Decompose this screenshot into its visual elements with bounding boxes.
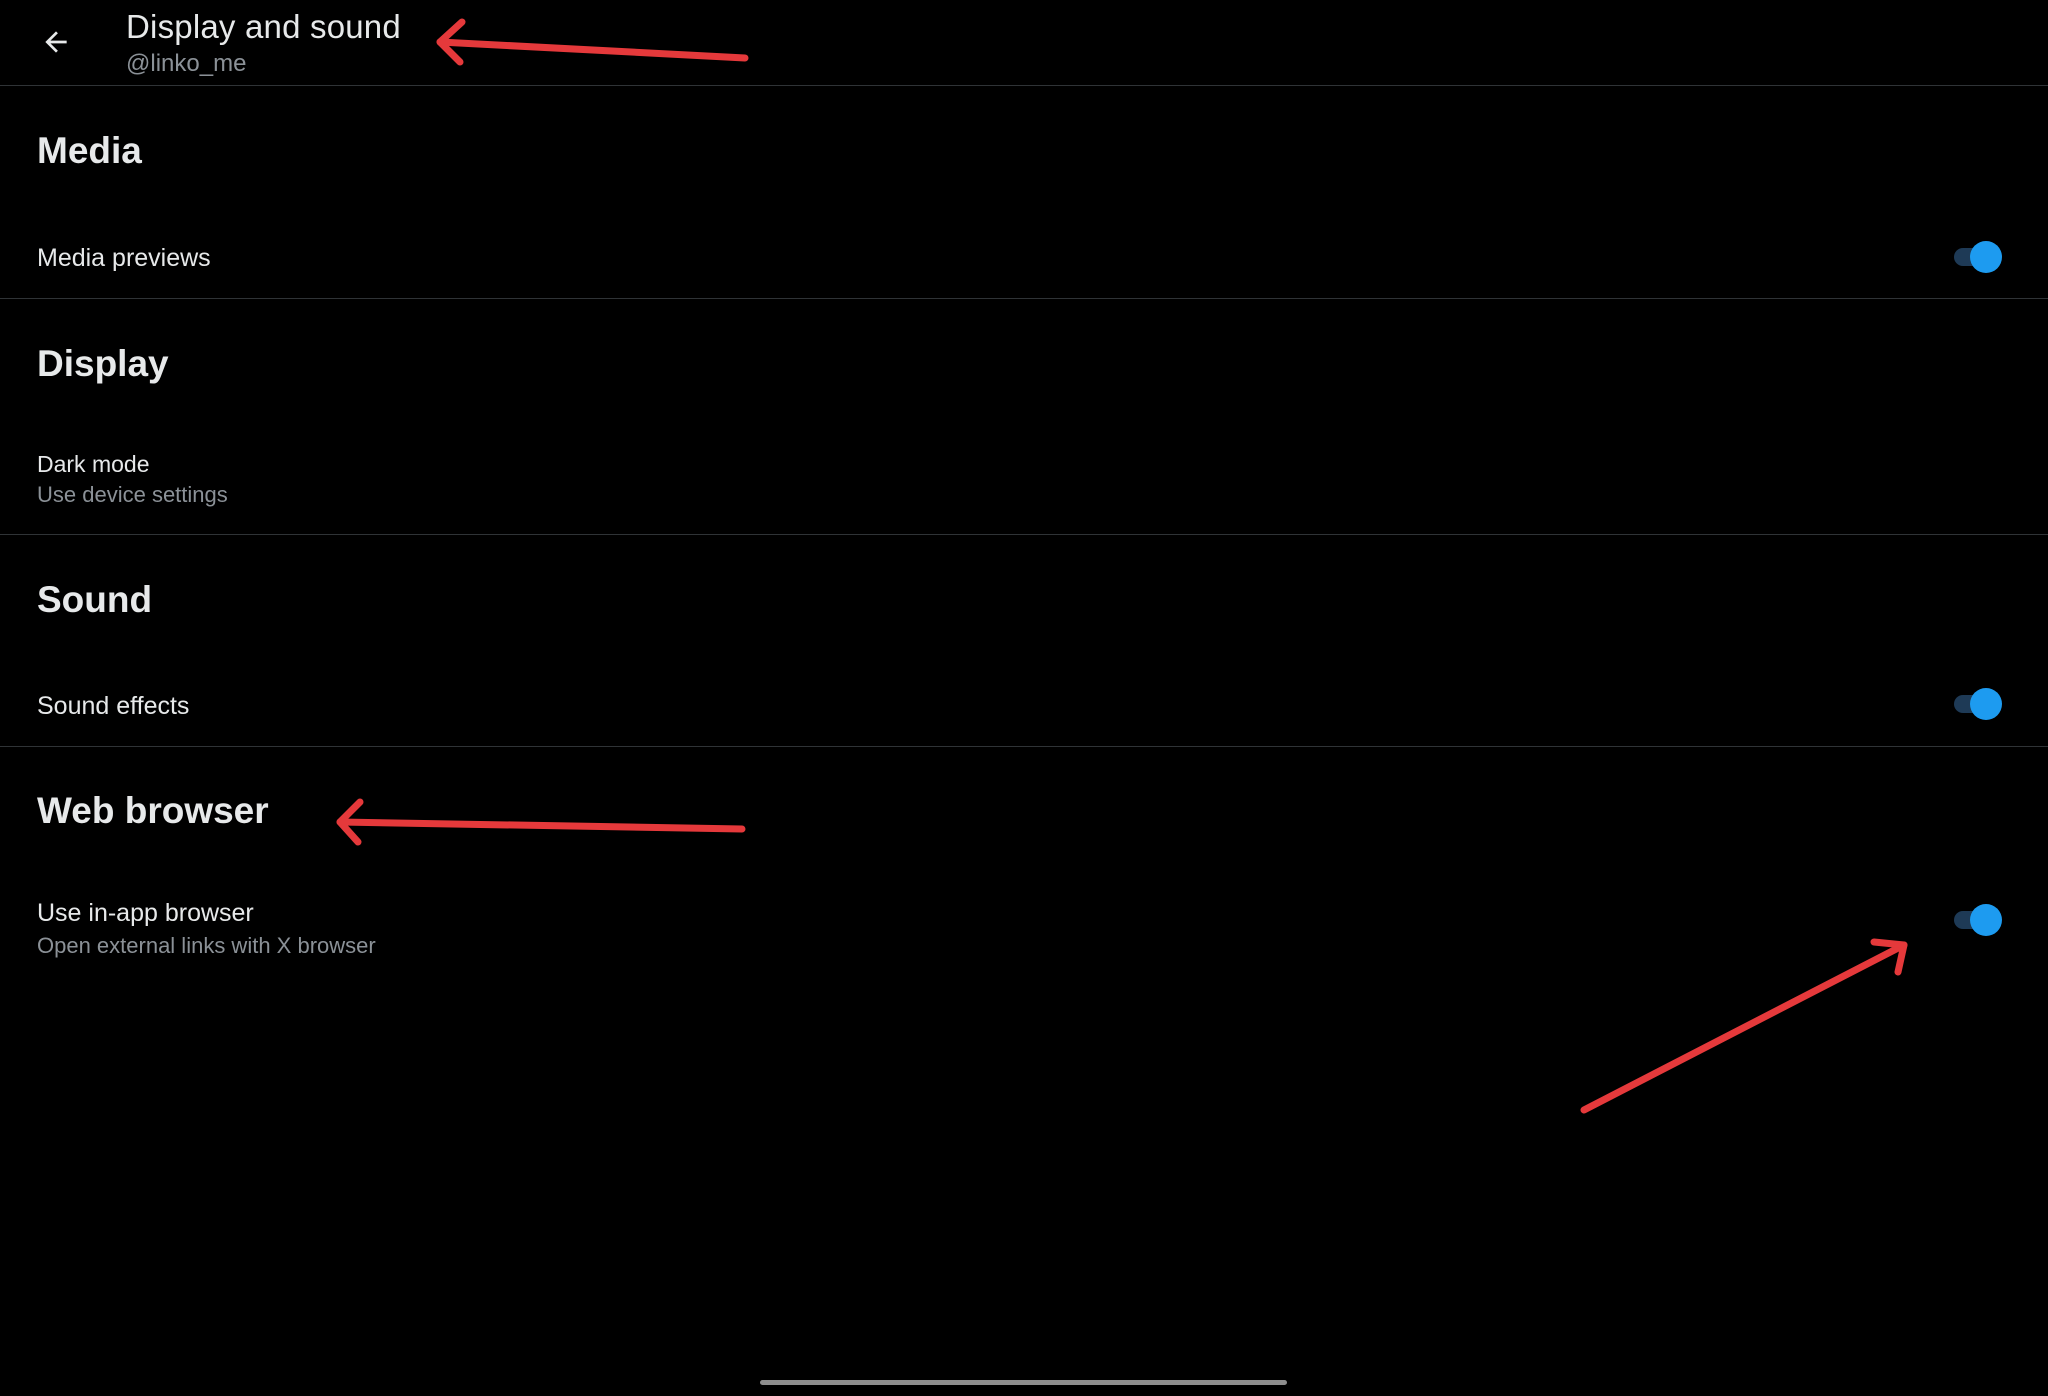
- toggle-knob: [1970, 904, 2002, 936]
- in-app-browser-label: Use in-app browser: [37, 899, 254, 927]
- section-web-browser: Web browser Use in-app browser Open exte…: [0, 747, 2048, 997]
- section-sound: Sound Sound effects: [0, 535, 2048, 747]
- in-app-browser-row[interactable]: Use in-app browser Open external links w…: [0, 887, 2048, 977]
- media-previews-row[interactable]: Media previews: [0, 226, 2048, 296]
- section-heading-display: Display: [37, 343, 169, 384]
- sound-effects-toggle[interactable]: [1952, 687, 2004, 721]
- dark-mode-value: Use device settings: [37, 482, 228, 507]
- back-button[interactable]: [36, 22, 76, 62]
- dark-mode-label: Dark mode: [37, 451, 150, 477]
- section-heading-media: Media: [37, 130, 142, 171]
- media-previews-toggle[interactable]: [1952, 240, 2004, 274]
- in-app-browser-description: Open external links with X browser: [37, 933, 376, 958]
- page-title: Display and sound: [126, 8, 401, 45]
- in-app-browser-toggle[interactable]: [1952, 903, 2004, 937]
- section-heading-sound: Sound: [37, 579, 153, 620]
- sound-effects-row[interactable]: Sound effects: [0, 675, 2048, 745]
- section-display: Display Dark mode Use device settings: [0, 299, 2048, 535]
- toggle-knob: [1970, 241, 2002, 273]
- dark-mode-row[interactable]: Dark mode Use device settings: [0, 439, 2048, 529]
- toggle-knob: [1970, 688, 2002, 720]
- arrow-left-icon: [45, 31, 67, 53]
- account-handle: @linko_me: [126, 50, 247, 77]
- section-heading-web-browser: Web browser: [37, 790, 269, 831]
- media-previews-label: Media previews: [37, 244, 211, 272]
- home-indicator[interactable]: [760, 1380, 1287, 1385]
- sound-effects-label: Sound effects: [37, 692, 190, 720]
- top-app-bar: Display and sound @linko_me: [0, 0, 2048, 86]
- section-media: Media Media previews: [0, 86, 2048, 299]
